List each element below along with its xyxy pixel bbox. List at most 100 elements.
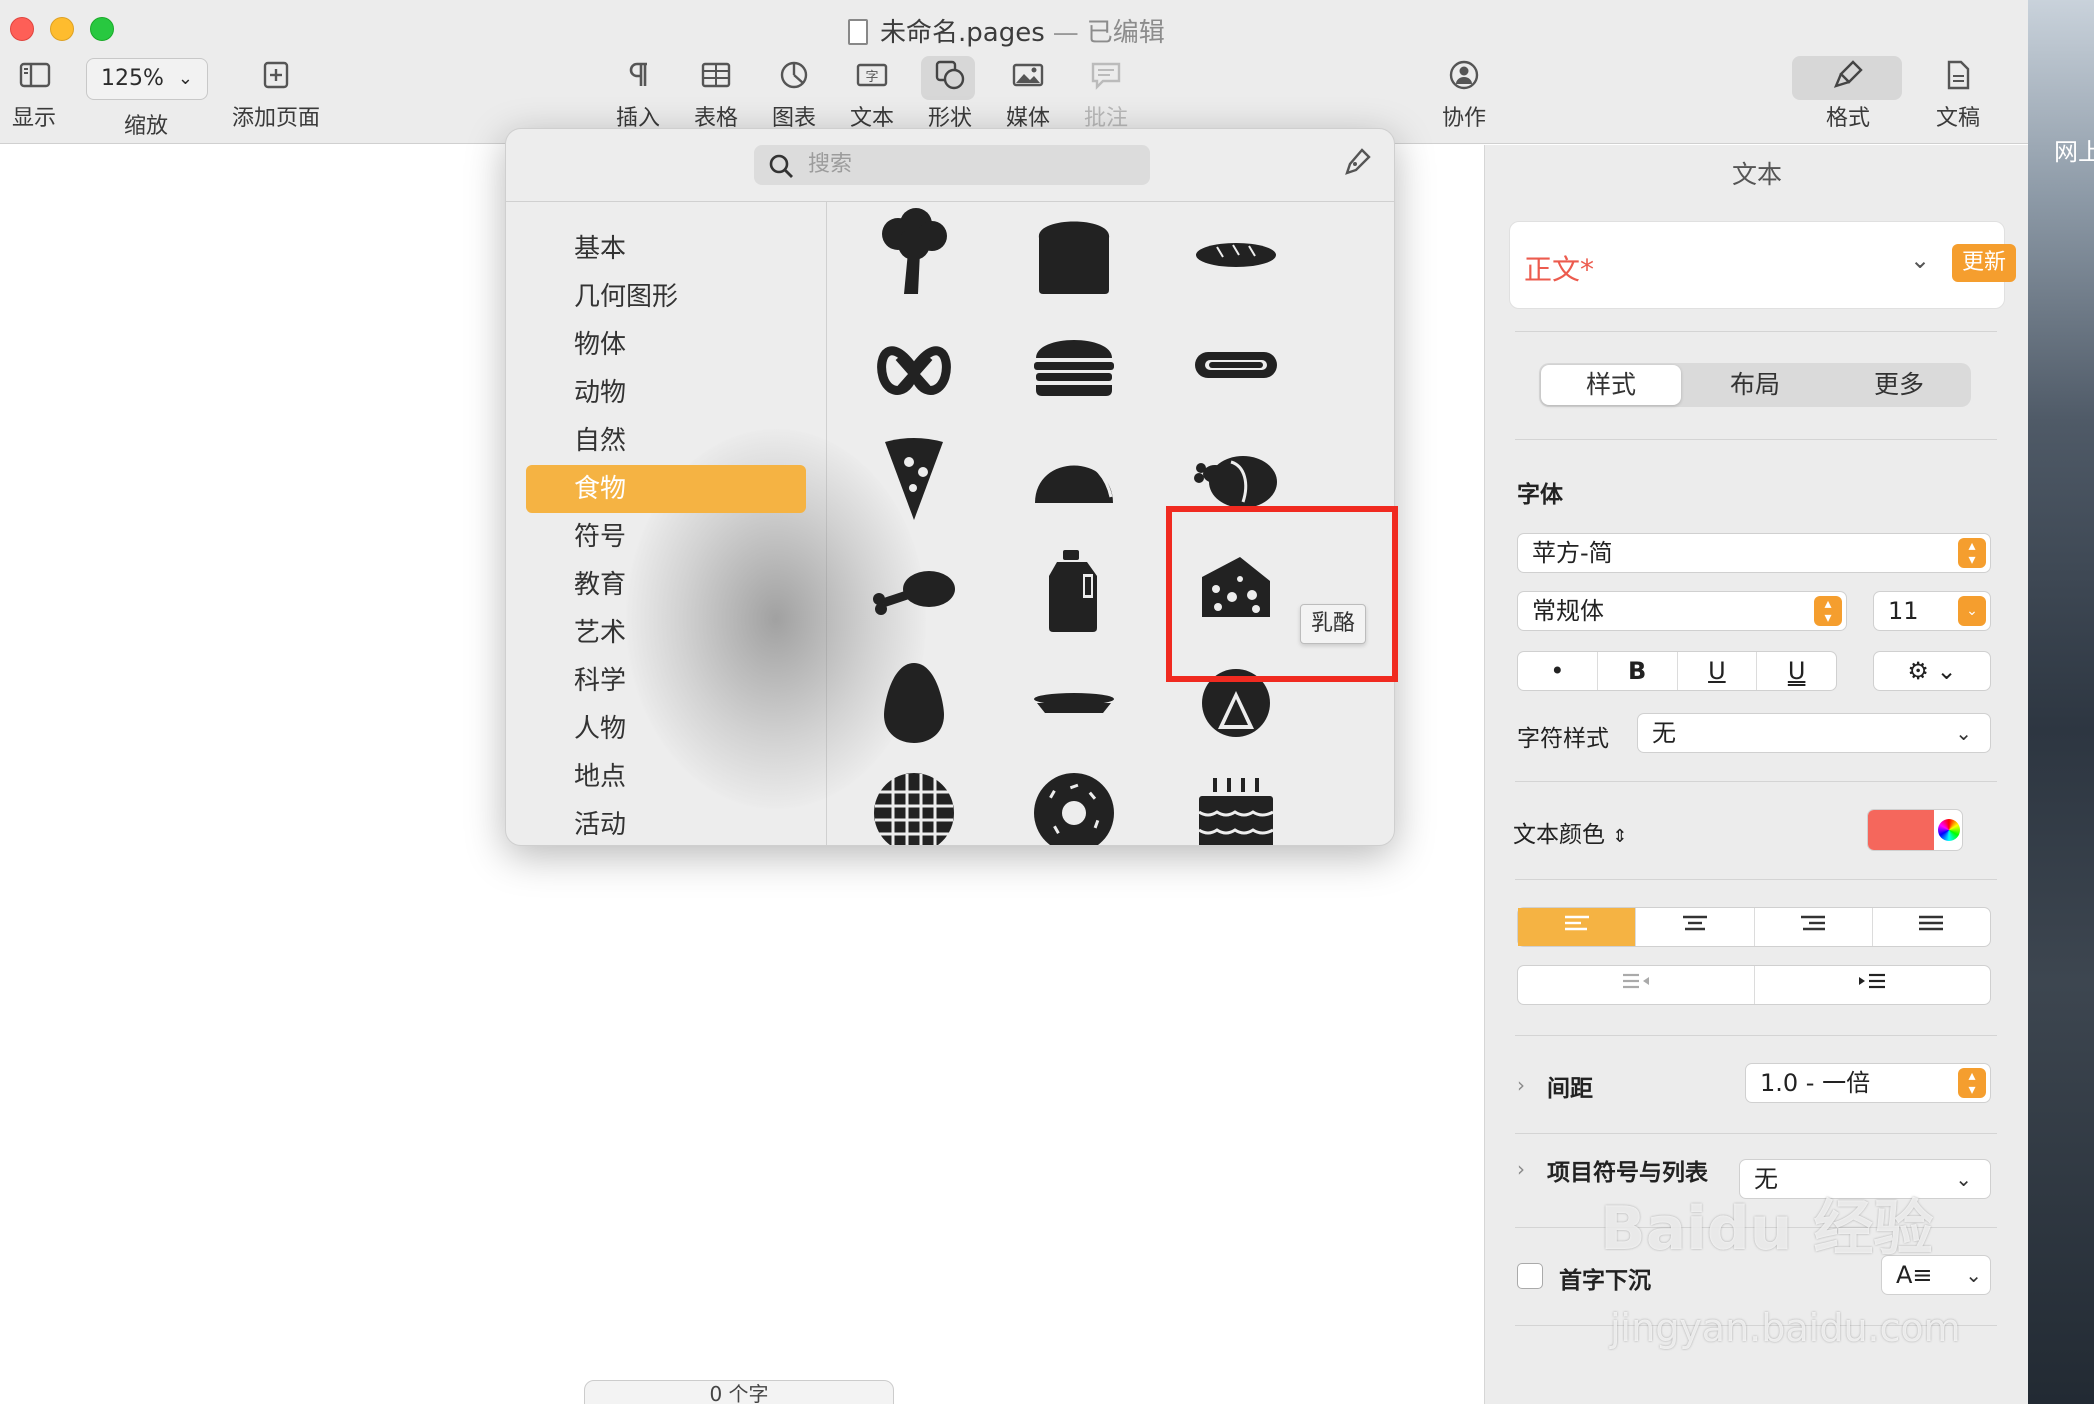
category-people[interactable]: 人物 [526,705,806,753]
minimize-window-button[interactable] [50,17,74,41]
category-animals[interactable]: 动物 [526,369,806,417]
shape-button[interactable]: 形状 [928,58,972,132]
font-family-select[interactable]: 苹方-简 ▴ ▾ [1517,533,1991,573]
document-button[interactable]: 文稿 [1936,58,1980,132]
add-page-button[interactable]: 添加页面 [232,58,320,132]
align-center-button[interactable] [1636,908,1755,946]
category-activities[interactable]: 活动 [526,801,806,845]
justify-icon [1919,915,1944,931]
burger-icon[interactable] [1024,315,1124,415]
alignment-buttons [1517,907,1991,947]
chevron-down-icon: ⌄ [1965,1263,1982,1287]
egg-icon[interactable] [864,653,964,753]
segment-layout[interactable]: 布局 [1685,365,1825,405]
segment-style[interactable]: 样式 [1541,365,1681,405]
category-art[interactable]: 艺术 [526,609,806,657]
category-symbols[interactable]: 符号 [526,513,806,561]
category-food[interactable]: 食物 [526,465,806,513]
shapes-icon [935,60,965,90]
underline-button[interactable]: U [1678,652,1758,690]
chevron-right-icon[interactable]: › [1517,1157,1525,1181]
category-science[interactable]: 科学 [526,657,806,705]
broccoli-icon[interactable] [864,203,964,303]
document-icon [1947,60,1970,90]
shape-search-input[interactable]: 搜索 [754,145,1150,185]
align-right-icon [1801,915,1826,931]
word-count-pill[interactable]: 0 个字 [584,1380,894,1404]
drumstick-icon[interactable] [864,541,964,641]
titlebar: 未命名.pages—已编辑 显示 125% ⌄ 缩放 添加页面 插入 表格 [0,0,2028,144]
divider [1515,879,1997,880]
text-color-well[interactable] [1867,809,1963,851]
category-geometry[interactable]: 几何图形 [526,273,806,321]
desktop-item-label[interactable]: 网上 [2054,132,2094,167]
shape-tooltip: 乳酪 [1300,604,1367,644]
chart-button[interactable]: 图表 [772,58,816,132]
increase-indent-button[interactable] [1755,966,1991,1004]
document-name: 未命名.pages [880,18,1045,48]
milk-jug-icon[interactable] [1024,541,1124,641]
bread-icon[interactable] [1024,203,1124,303]
text-button[interactable]: 字 文本 [850,58,894,132]
pen-tool-icon[interactable] [1342,147,1372,177]
cake-icon[interactable] [1186,763,1286,845]
pie-icon[interactable] [1024,653,1124,753]
baguette-icon[interactable] [1186,203,1286,303]
close-window-button[interactable] [10,17,34,41]
popover-divider [506,201,1394,202]
spacing-label[interactable]: 间距 [1547,1069,1593,1103]
waffle-icon[interactable] [864,763,964,845]
add-page-icon [263,61,289,89]
font-size-value: 11 [1888,597,1919,625]
double-underline-button[interactable]: U [1757,652,1836,690]
svg-text:字: 字 [865,70,878,85]
font-size-field[interactable]: 11 ⌄ [1873,591,1991,631]
category-education[interactable]: 教育 [526,561,806,609]
pizza-icon[interactable] [864,429,964,529]
align-left-icon [1564,915,1589,931]
color-wheel-icon[interactable] [1938,819,1960,841]
paragraph-style-picker[interactable]: 正文* ⌄ 更新 [1509,221,2016,309]
char-style-select[interactable]: 无 ⌄ [1637,713,1991,753]
insert-button[interactable]: 插入 [616,58,660,132]
spacing-select[interactable]: 1.0 - 一倍 ▴ ▾ [1745,1063,1991,1103]
category-basic[interactable]: 基本 [526,225,806,273]
image-icon [1012,63,1044,87]
inspector-tab-title[interactable]: 文本 [1485,155,2028,191]
chevron-right-icon[interactable]: › [1517,1073,1525,1097]
segment-more[interactable]: 更多 [1829,365,1969,405]
color-swatch[interactable] [1868,810,1934,850]
advanced-options-button[interactable]: ⚙ ⌄ [1873,651,1991,691]
category-places[interactable]: 地点 [526,753,806,801]
font-weight-select[interactable]: 常规体 ▴ ▾ [1517,591,1847,631]
media-button[interactable]: 媒体 [1006,58,1050,132]
justify-button[interactable] [1873,908,1990,946]
donut-icon[interactable] [1024,763,1124,845]
table-button[interactable]: 表格 [694,58,738,132]
zoom-value: 125% [101,66,164,91]
zoom-label: 缩放 [124,114,169,139]
taco-icon[interactable] [1024,429,1124,529]
divider [1515,331,1997,332]
align-right-button[interactable] [1755,908,1873,946]
font-section-title: 字体 [1517,482,1563,508]
pretzel-icon[interactable] [864,315,964,415]
category-objects[interactable]: 物体 [526,321,806,369]
collaborate-button[interactable]: 协作 [1442,58,1486,132]
text-color-label[interactable]: 文本颜色 ⇕ [1513,815,1627,849]
align-left-button[interactable] [1518,908,1637,946]
format-button[interactable]: 格式 [1826,58,1870,132]
bullet-style-button[interactable]: • [1518,652,1598,690]
decrease-indent-button[interactable] [1518,966,1755,1004]
up-down-icon: ⇕ [1612,826,1628,847]
baidu-watermark-url: jingyan.baidu.com [1610,1306,1961,1350]
fullscreen-window-button[interactable] [90,17,114,41]
zoom-select[interactable]: 125% ⌄ [86,58,208,100]
bold-button[interactable]: B [1598,652,1678,690]
category-nature[interactable]: 自然 [526,417,806,465]
comment-button[interactable]: 批注 [1084,58,1128,132]
dropcap-checkbox[interactable] [1517,1263,1543,1289]
view-button[interactable]: 显示 [12,58,56,132]
hotdog-icon[interactable] [1186,315,1286,415]
update-style-button[interactable]: 更新 [1952,244,2016,282]
